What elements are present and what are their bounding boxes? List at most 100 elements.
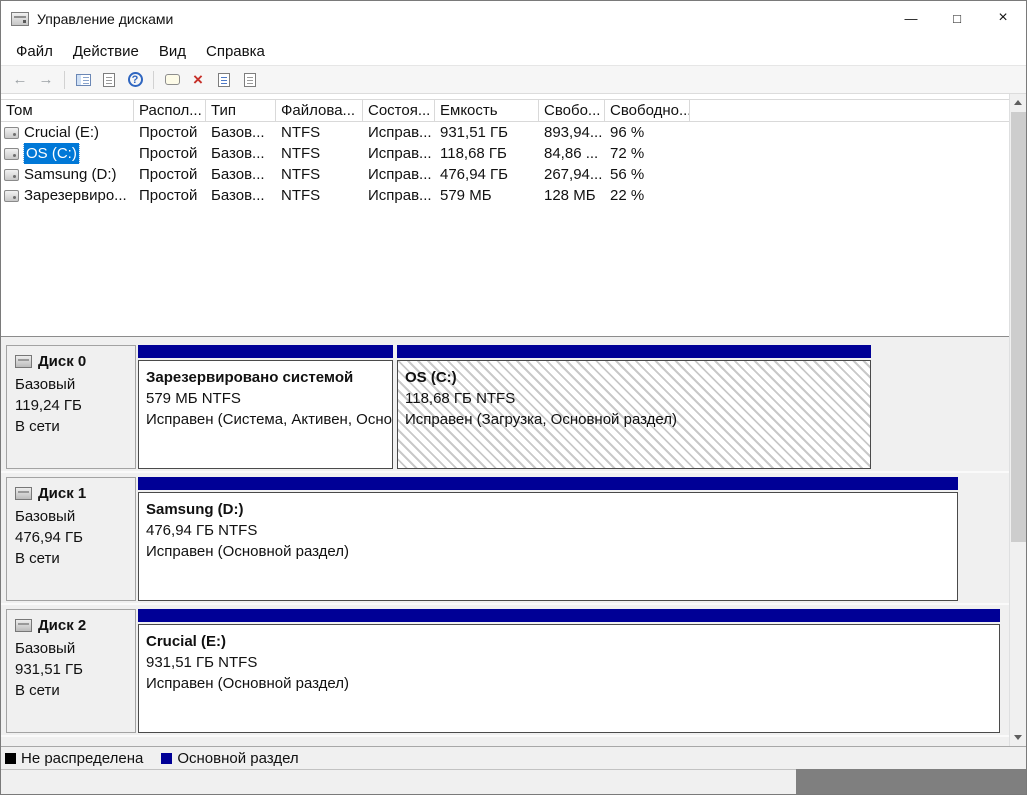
volume-name: Crucial (E:) [24,124,100,141]
column-header-status[interactable]: Состоя... [363,100,435,121]
disk-size: 931,51 ГБ [15,661,84,678]
disk-status: В сети [15,682,60,699]
cell-type: Базов... [211,124,265,141]
partition-label: Crucial (E:) [146,633,227,650]
volume-icon [4,168,19,181]
table-row-samsung[interactable]: Samsung (D:) Простой Базов... NTFS Испра… [1,164,1011,185]
cell-free-pct: 72 % [610,145,645,162]
close-button[interactable]: × [980,1,1026,35]
table-row-system-reserved[interactable]: Зарезервиро... Простой Базов... NTFS Исп… [1,185,1011,206]
cell-capacity: 118,68 ГБ [440,145,507,162]
menu-help[interactable]: Справка [196,39,275,64]
properties-icon[interactable] [212,68,236,91]
maximize-button[interactable]: □ [934,1,980,35]
disk-size: 476,94 ГБ [15,529,84,546]
back-icon[interactable]: ← [8,68,32,91]
cell-type: Базов... [211,145,265,162]
partition-label: OS (C:) [405,369,457,386]
help-topics-icon[interactable] [238,68,262,91]
table-row-crucial[interactable]: Crucial (E:) Простой Базов... NTFS Испра… [1,122,1011,143]
window-controls: — □ × [888,1,1026,35]
disk-type: Базовый [15,376,76,393]
console-tree-icon[interactable] [71,68,95,91]
forward-icon[interactable]: → [34,68,58,91]
partition-samsung-d[interactable]: Samsung (D:) 476,94 ГБ NTFS Исправен (Ос… [138,477,958,601]
menu-bar: Файл Действие Вид Справка [1,37,1026,65]
table-row-os-c-selected[interactable]: OS (C:) Простой Базов... NTFS Исправ... … [1,143,1011,164]
cell-free-pct: 56 % [610,166,645,183]
partition-color-strip [397,345,871,358]
column-header-filler [690,100,1011,121]
partition-status: Исправен (Загрузка, Основной раздел) [405,411,678,428]
toolbar: ← → ? × [1,65,1026,94]
disk-2-header[interactable]: Диск 2 Базовый 931,51 ГБ В сети [6,609,136,733]
column-header-free[interactable]: Свобо... [539,100,605,121]
menu-view[interactable]: Вид [149,39,196,64]
disk-icon [15,619,32,632]
column-header-filesystem[interactable]: Файлова... [276,100,363,121]
table-header: Том Распол... Тип Файлова... Состоя... Е… [1,99,1011,122]
unallocated-swatch [5,752,16,764]
primary-partition-label: Основной раздел [177,749,299,767]
cell-layout: Простой [139,187,198,204]
cell-status: Исправ... [368,145,432,162]
column-header-volume[interactable]: Том [1,100,134,121]
disk-type: Базовый [15,640,76,657]
cell-type: Базов... [211,187,265,204]
cell-layout: Простой [139,145,198,162]
partition-size: 118,68 ГБ NTFS [405,390,516,407]
disk-row-2: Диск 2 Базовый 931,51 ГБ В сети Crucial … [1,605,1011,737]
bottom-strip-light [1,769,796,794]
cell-free-pct: 22 % [610,187,645,204]
menu-file[interactable]: Файл [6,39,63,64]
column-header-free-pct[interactable]: Свободно... [605,100,690,121]
disk-status: В сети [15,550,60,567]
cell-free: 267,94... [544,166,603,183]
partition-os-c-selected[interactable]: OS (C:) 118,68 ГБ NTFS Исправен (Загрузк… [397,345,871,469]
disk-status: В сети [15,418,60,435]
partition-crucial-e[interactable]: Crucial (E:) 931,51 ГБ NTFS Исправен (Ос… [138,609,1000,733]
partition-color-strip [138,477,958,490]
cell-layout: Простой [139,166,198,183]
volume-icon [4,147,19,160]
partition-status: Исправен (Основной раздел) [146,543,350,560]
disk-0-header[interactable]: Диск 0 Базовый 119,24 ГБ В сети [6,345,136,469]
vertical-scrollbar[interactable] [1009,94,1026,746]
column-header-layout[interactable]: Распол... [134,100,206,121]
bottom-strip [1,769,1026,794]
disk-size: 119,24 ГБ [15,397,82,414]
scroll-up-icon[interactable] [1010,94,1026,111]
help-icon[interactable]: ? [123,68,147,91]
disk-type: Базовый [15,508,76,525]
disk-row-0: Диск 0 Базовый 119,24 ГБ В сети Зарезерв… [1,341,1011,473]
disk-1-partitions: Samsung (D:) 476,94 ГБ NTFS Исправен (Ос… [138,477,1007,601]
column-header-type[interactable]: Тип [206,100,276,121]
partition-size: 476,94 ГБ NTFS [146,522,258,539]
cell-filesystem: NTFS [281,187,321,204]
export-list-icon[interactable] [97,68,121,91]
disk-management-app-icon [11,12,29,26]
menu-action[interactable]: Действие [63,39,149,64]
primary-partition-swatch [161,752,173,764]
scroll-down-icon[interactable] [1010,729,1026,746]
cell-capacity: 476,94 ГБ [440,166,509,183]
cell-free-pct: 96 % [610,124,645,141]
scrollbar-thumb[interactable] [1011,112,1026,542]
partition-label: Зарезервировано системой [146,369,354,386]
cell-status: Исправ... [368,166,432,183]
partition-color-strip [138,345,393,358]
volume-icon [4,126,19,139]
minimize-button[interactable]: — [888,1,934,35]
partition-color-strip [138,609,1000,622]
disk-1-header[interactable]: Диск 1 Базовый 476,94 ГБ В сети [6,477,136,601]
cell-capacity: 931,51 ГБ [440,124,509,141]
cell-status: Исправ... [368,187,432,204]
disk-2-partitions: Crucial (E:) 931,51 ГБ NTFS Исправен (Ос… [138,609,1007,733]
disk-icon [15,355,32,368]
volume-list-pane: Том Распол... Тип Файлова... Состоя... Е… [1,94,1011,337]
partition-system-reserved[interactable]: Зарезервировано системой 579 МБ NTFS Исп… [138,345,393,469]
column-header-capacity[interactable]: Емкость [435,100,539,121]
unallocated-label: Не распределена [21,749,144,767]
delete-volume-icon[interactable]: × [186,68,210,91]
action-pane-icon[interactable] [160,68,184,91]
